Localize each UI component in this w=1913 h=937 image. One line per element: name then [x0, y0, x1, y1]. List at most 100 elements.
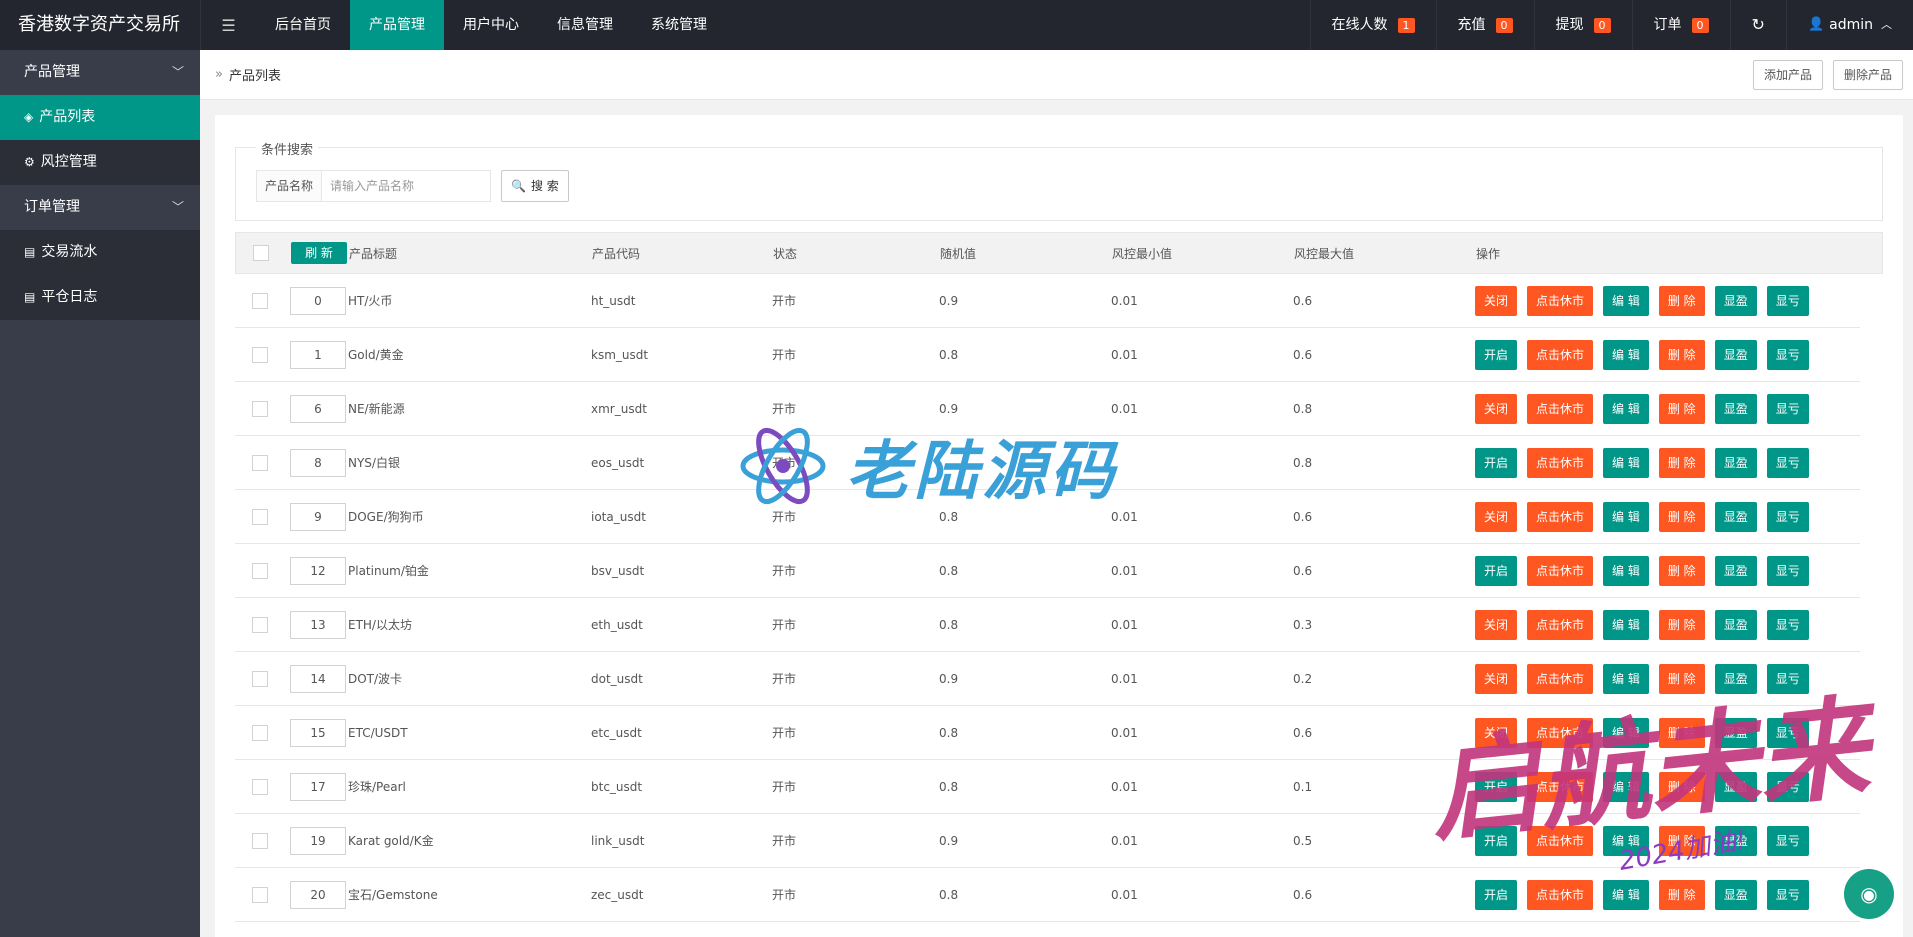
delete-button[interactable]: 删 除: [1658, 717, 1705, 748]
toggle-market-button[interactable]: 开启: [1475, 879, 1518, 910]
holiday-button[interactable]: 点击休市: [1527, 393, 1594, 424]
show-profit-button[interactable]: 显盈: [1714, 879, 1757, 910]
show-loss-button[interactable]: 显亏: [1766, 447, 1809, 478]
sort-input[interactable]: 17: [290, 772, 346, 801]
sort-input[interactable]: 14: [290, 664, 346, 693]
sidebar-group-products[interactable]: 产品管理 ﹀: [0, 50, 200, 95]
recharge[interactable]: 充值 0: [1435, 0, 1534, 50]
show-profit-button[interactable]: 显盈: [1714, 447, 1757, 478]
row-checkbox[interactable]: [251, 292, 268, 309]
nav-item-products[interactable]: 产品管理: [350, 0, 444, 50]
holiday-button[interactable]: 点击休市: [1527, 771, 1594, 802]
toggle-market-button[interactable]: 开启: [1475, 447, 1518, 478]
holiday-button[interactable]: 点击休市: [1527, 609, 1594, 640]
holiday-button[interactable]: 点击休市: [1527, 285, 1594, 316]
holiday-button[interactable]: 点击休市: [1527, 663, 1594, 694]
delete-button[interactable]: 删 除: [1658, 609, 1705, 640]
sort-input[interactable]: 12: [290, 556, 346, 585]
row-checkbox[interactable]: [251, 508, 268, 525]
holiday-button[interactable]: 点击休市: [1527, 825, 1594, 856]
delete-button[interactable]: 删 除: [1658, 879, 1705, 910]
row-checkbox[interactable]: [251, 454, 268, 471]
sort-input[interactable]: 0: [290, 286, 346, 315]
toggle-market-button[interactable]: 开启: [1475, 555, 1518, 586]
refresh-icon[interactable]: ↻: [1729, 0, 1786, 50]
show-profit-button[interactable]: 显盈: [1714, 555, 1757, 586]
add-product-button[interactable]: 添加产品: [1752, 59, 1823, 90]
show-loss-button[interactable]: 显亏: [1766, 717, 1809, 748]
show-profit-button[interactable]: 显盈: [1714, 717, 1757, 748]
delete-button[interactable]: 删 除: [1658, 501, 1705, 532]
edit-button[interactable]: 编 辑: [1603, 285, 1649, 316]
refresh-sort-button[interactable]: 刷 新: [291, 242, 347, 264]
sort-input[interactable]: 8: [290, 448, 346, 477]
edit-button[interactable]: 编 辑: [1603, 393, 1649, 424]
show-loss-button[interactable]: 显亏: [1766, 771, 1809, 802]
hamburger-icon[interactable]: ☰: [200, 0, 256, 50]
toggle-market-button[interactable]: 开启: [1475, 825, 1518, 856]
show-profit-button[interactable]: 显盈: [1714, 339, 1757, 370]
delete-button[interactable]: 删 除: [1658, 663, 1705, 694]
show-profit-button[interactable]: 显盈: [1714, 663, 1757, 694]
toggle-market-button[interactable]: 开启: [1475, 339, 1518, 370]
holiday-button[interactable]: 点击休市: [1527, 501, 1594, 532]
toggle-market-button[interactable]: 开启: [1475, 771, 1518, 802]
edit-button[interactable]: 编 辑: [1603, 825, 1649, 856]
show-loss-button[interactable]: 显亏: [1766, 825, 1809, 856]
sidebar-group-orders[interactable]: 订单管理 ﹀: [0, 185, 200, 230]
row-checkbox[interactable]: [251, 562, 268, 579]
row-checkbox[interactable]: [251, 778, 268, 795]
show-loss-button[interactable]: 显亏: [1766, 501, 1809, 532]
show-loss-button[interactable]: 显亏: [1766, 609, 1809, 640]
show-profit-button[interactable]: 显盈: [1714, 393, 1757, 424]
toggle-market-button[interactable]: 关闭: [1475, 501, 1518, 532]
row-checkbox[interactable]: [251, 832, 268, 849]
show-loss-button[interactable]: 显亏: [1766, 663, 1809, 694]
show-profit-button[interactable]: 显盈: [1714, 285, 1757, 316]
show-loss-button[interactable]: 显亏: [1766, 393, 1809, 424]
delete-button[interactable]: 删 除: [1658, 285, 1705, 316]
holiday-button[interactable]: 点击休市: [1527, 339, 1594, 370]
show-loss-button[interactable]: 显亏: [1766, 339, 1809, 370]
floating-help-button[interactable]: ◉: [1844, 869, 1894, 919]
row-checkbox[interactable]: [251, 400, 268, 417]
online-users[interactable]: 在线人数 1: [1309, 0, 1436, 50]
edit-button[interactable]: 编 辑: [1603, 555, 1649, 586]
edit-button[interactable]: 编 辑: [1603, 447, 1649, 478]
show-loss-button[interactable]: 显亏: [1766, 285, 1809, 316]
nav-item-system[interactable]: 系统管理: [632, 0, 726, 50]
toggle-market-button[interactable]: 关闭: [1475, 717, 1518, 748]
show-loss-button[interactable]: 显亏: [1766, 555, 1809, 586]
orders[interactable]: 订单 0: [1631, 0, 1730, 50]
delete-button[interactable]: 删 除: [1658, 555, 1705, 586]
sort-input[interactable]: 20: [290, 880, 346, 909]
search-button[interactable]: 🔍 搜 索: [501, 170, 569, 202]
sort-input[interactable]: 9: [290, 502, 346, 531]
show-profit-button[interactable]: 显盈: [1714, 825, 1757, 856]
nav-item-users[interactable]: 用户中心: [444, 0, 538, 50]
nav-item-home[interactable]: 后台首页: [256, 0, 350, 50]
delete-product-button[interactable]: 删除产品: [1832, 59, 1903, 90]
sidebar-item-risk-control[interactable]: ⚙ 风控管理: [0, 140, 200, 185]
toggle-market-button[interactable]: 关闭: [1475, 609, 1518, 640]
sidebar-item-transactions[interactable]: ▤ 交易流水: [0, 230, 200, 275]
edit-button[interactable]: 编 辑: [1603, 609, 1649, 640]
delete-button[interactable]: 删 除: [1658, 447, 1705, 478]
sidebar-item-product-list[interactable]: ◈ 产品列表: [0, 95, 200, 140]
sort-input[interactable]: 19: [290, 826, 346, 855]
row-checkbox[interactable]: [251, 886, 268, 903]
show-profit-button[interactable]: 显盈: [1714, 501, 1757, 532]
show-profit-button[interactable]: 显盈: [1714, 609, 1757, 640]
delete-button[interactable]: 删 除: [1658, 825, 1705, 856]
sort-input[interactable]: 6: [290, 394, 346, 423]
nav-item-info[interactable]: 信息管理: [538, 0, 632, 50]
product-name-input[interactable]: 请输入产品名称: [321, 170, 492, 202]
withdraw[interactable]: 提现 0: [1533, 0, 1632, 50]
edit-button[interactable]: 编 辑: [1603, 717, 1649, 748]
edit-button[interactable]: 编 辑: [1603, 339, 1649, 370]
toggle-market-button[interactable]: 关闭: [1475, 285, 1518, 316]
toggle-market-button[interactable]: 关闭: [1475, 393, 1518, 424]
delete-button[interactable]: 删 除: [1658, 393, 1705, 424]
delete-button[interactable]: 删 除: [1658, 339, 1705, 370]
edit-button[interactable]: 编 辑: [1603, 771, 1649, 802]
